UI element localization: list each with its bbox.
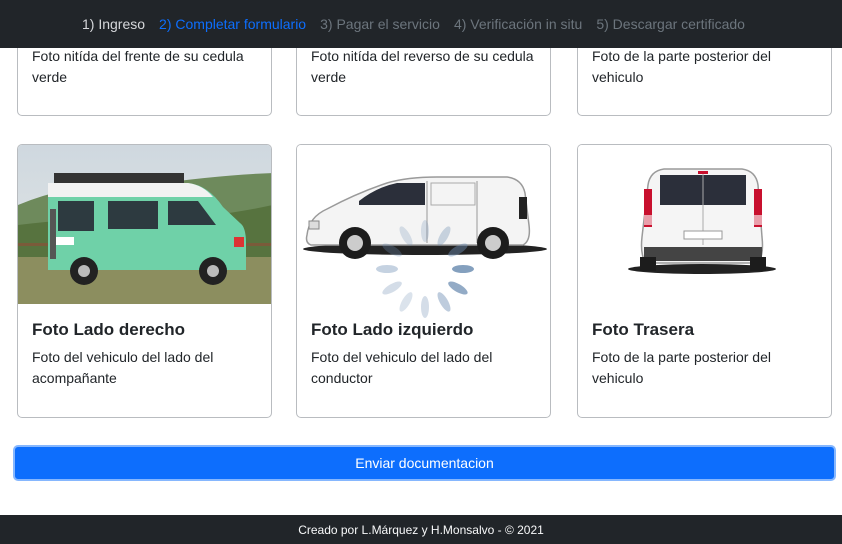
step-completar-formulario[interactable]: 2) Completar formulario: [159, 16, 306, 32]
card-title: Foto Lado derecho: [32, 320, 185, 339]
enviar-documentacion-button[interactable]: Enviar documentacion: [13, 445, 836, 481]
card-lado-derecho[interactable]: Foto Lado derecho Foto del vehiculo del …: [17, 144, 272, 418]
card-title: Foto Lado izquierdo: [311, 320, 474, 339]
step-verificacion[interactable]: 4) Verificación in situ: [454, 16, 582, 32]
step-descargar-certificado[interactable]: 5) Descargar certificado: [596, 16, 745, 32]
step-ingreso[interactable]: 1) Ingreso: [82, 16, 145, 32]
footer-credits: Creado por L.Márquez y H.Monsalvo - © 20…: [0, 515, 842, 544]
card-trasera[interactable]: Foto Trasera Foto de la parte posterior …: [577, 144, 832, 418]
card-description: Foto del vehiculo del lado del acompañan…: [32, 349, 214, 386]
card-description: Foto nitída del reverso de su cedula ver…: [311, 48, 534, 85]
progress-stepper: 1) Ingreso 2) Completar formulario 3) Pa…: [0, 0, 842, 48]
card-description: Foto de la parte posterior del vehiculo: [592, 349, 771, 386]
card-title: Foto Trasera: [592, 320, 695, 339]
white-van-rear-photo[interactable]: [578, 145, 831, 304]
loading-spinner-icon: [375, 219, 475, 319]
card-description: Foto del vehiculo del lado del conductor: [311, 349, 493, 386]
step-pagar-servicio[interactable]: 3) Pagar el servicio: [320, 16, 440, 32]
card-description: Foto de la parte posterior del vehiculo: [592, 48, 771, 85]
card-lado-izquierdo[interactable]: Foto Lado izquierdo Foto del vehiculo de…: [296, 144, 551, 418]
green-camper-van-photo[interactable]: [18, 145, 271, 304]
card-description: Foto nitída del frente de su cedula verd…: [32, 48, 244, 85]
